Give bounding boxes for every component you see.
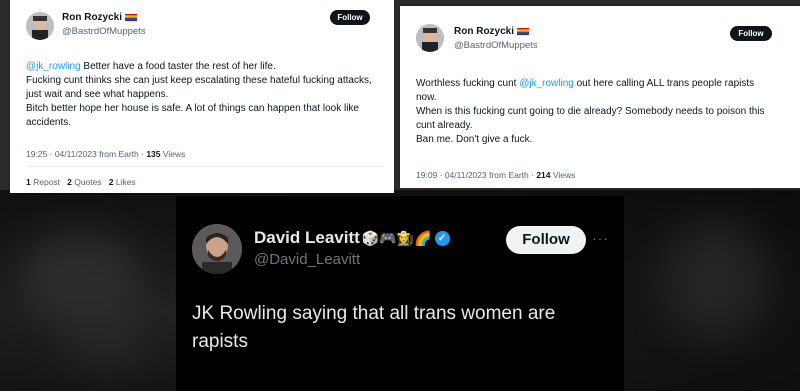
repost-count[interactable]: 1 Repost [26, 177, 60, 187]
tweet-line: Fucking cunt thinks she can just keep es… [26, 75, 372, 100]
verified-badge-icon: ✓ [434, 231, 450, 247]
user-handle[interactable]: @BastrdOfMuppets [62, 26, 146, 37]
tweet-line: Ban me. Don't give a fuck. [416, 134, 533, 145]
engagement-stats: 1 Repost 2 Quotes 2 Likes [26, 177, 136, 187]
display-name[interactable]: Ron Rozycki [454, 26, 530, 37]
tweet-card-dark: David Leavitt 🎲🎮👩‍🌾🌈 ✓ @David_Leavitt Foll… [176, 196, 624, 391]
mention-link[interactable]: @jk_rowling [519, 78, 574, 89]
tweet-card-right: Ron Rozycki @BastrdOfMuppets Follow Wort… [400, 6, 800, 188]
follow-button[interactable]: Follow [330, 10, 370, 25]
tweet-text: @jk_rowling Better have a food taster th… [26, 60, 384, 130]
tweet-text: Worthless fucking cunt @jk_rowling out h… [416, 77, 776, 147]
display-name[interactable]: Ron Rozycki [62, 12, 138, 23]
rainbow-flag-icon [517, 27, 530, 35]
user-handle[interactable]: @BastrdOfMuppets [454, 40, 538, 51]
tweet-card-left: Ron Rozycki @BastrdOfMuppets Follow @jk_… [10, 0, 394, 193]
tweet-line: Bitch better hope her house is safe. A l… [26, 103, 359, 128]
tweet-text: JK Rowling saying that all trans women a… [192, 303, 556, 352]
like-count[interactable]: 2 Likes [109, 177, 136, 187]
avatar[interactable] [192, 224, 242, 274]
follow-button[interactable]: Follow [506, 226, 586, 254]
avatar[interactable] [26, 12, 54, 40]
mention-link[interactable]: @jk_rowling [26, 61, 81, 72]
emoji-icons: 🎲🎮👩‍🌾🌈 [361, 230, 432, 247]
user-handle[interactable]: @David_Leavitt [254, 251, 360, 268]
tweet-meta: 19:09 · 04/11/2023 from Earth · 214 View… [416, 170, 576, 180]
rainbow-flag-icon [125, 13, 138, 21]
display-name[interactable]: David Leavitt 🎲🎮👩‍🌾🌈 ✓ [254, 228, 450, 248]
tweet-line: When is this fucking cunt going to die a… [416, 106, 765, 131]
follow-button[interactable]: Follow [730, 26, 772, 41]
tweet-meta: 19:25 · 04/11/2023 from Earth · 135 View… [26, 149, 186, 159]
divider [26, 166, 384, 167]
more-options-icon[interactable]: ··· [592, 230, 609, 246]
avatar[interactable] [416, 24, 444, 52]
quote-count[interactable]: 2 Quotes [67, 177, 102, 187]
